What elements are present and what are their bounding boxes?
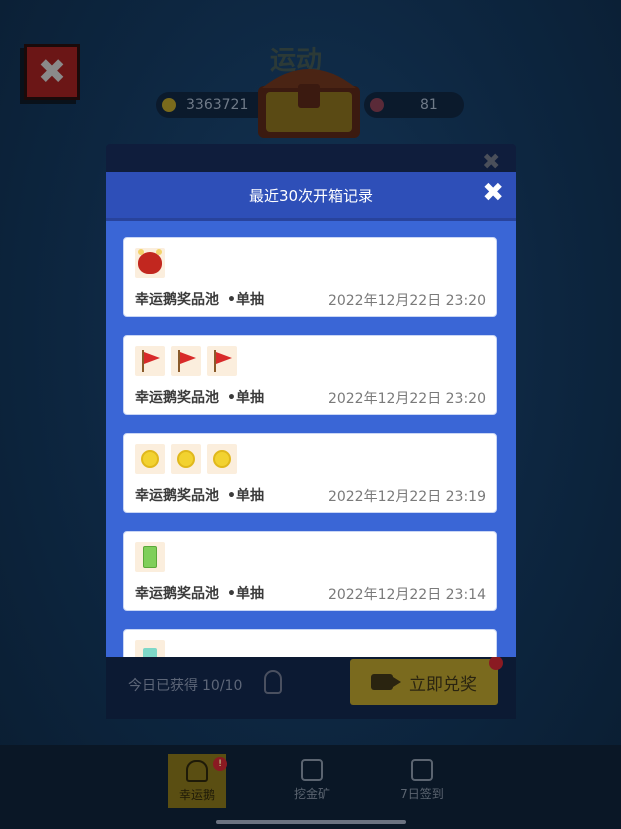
home-indicator[interactable] — [216, 820, 406, 824]
records-modal: 最近30次开箱记录 ✖ 幸运鹅奖品池 •单抽 2022年12月22日 23:20 … — [106, 172, 516, 657]
draw-mode: •单抽 — [227, 488, 264, 504]
record-time: 2022年12月22日 23:14 — [327, 587, 486, 603]
close-icon: ✖ — [37, 52, 67, 92]
coin-value: 3363721 — [186, 97, 249, 113]
gold-coin-icon — [141, 450, 159, 468]
modal-header: 最近30次开箱记录 ✖ — [106, 172, 516, 221]
record-time: 2022年12月22日 23:19 — [327, 489, 486, 505]
record-card: 幸运鹅奖品池 •单抽 2022年12月22日 23:20 — [123, 335, 497, 415]
today-progress: 今日已获得 10/10 — [128, 678, 243, 694]
redeem-button[interactable]: 立即兑奖 — [350, 659, 498, 705]
record-time: 2022年12月22日 23:20 — [327, 391, 486, 407]
record-card: 幸运鹅奖品池 •单抽 2022年12月22日 23:20 — [123, 237, 497, 317]
prize-item — [207, 346, 237, 376]
prize-item — [171, 444, 201, 474]
prize-item — [135, 444, 165, 474]
pool-name: 幸运鹅奖品池 — [135, 488, 219, 504]
red-flag-icon — [176, 350, 196, 372]
pickaxe-icon — [301, 759, 323, 781]
goose-icon — [264, 670, 282, 694]
coin-icon — [162, 98, 176, 112]
draw-mode: •单抽 — [227, 292, 264, 308]
prize-item — [135, 542, 165, 572]
record-card: 幸运鹅奖品池 •单抽 2022年12月22日 23:14 — [123, 531, 497, 611]
notification-badge: ! — [213, 757, 227, 771]
prize-item — [171, 346, 201, 376]
red-flag-icon — [212, 350, 232, 372]
close-button[interactable]: ✖ — [24, 44, 80, 100]
ticket-value: 81 — [420, 97, 438, 113]
record-card — [123, 629, 497, 657]
record-card: 幸运鹅奖品池 •单抽 2022年12月22日 23:19 — [123, 433, 497, 513]
red-flag-icon — [140, 350, 160, 372]
green-ticket-icon — [143, 546, 157, 568]
gold-coin-icon — [213, 450, 231, 468]
nav-daily-checkin[interactable]: 7日签到 — [392, 745, 452, 802]
close-icon[interactable]: ✖ — [482, 180, 504, 206]
draw-mode: •单抽 — [227, 390, 264, 406]
gold-coin-icon — [177, 450, 195, 468]
record-time: 2022年12月22日 23:20 — [327, 293, 486, 309]
pool-name: 幸运鹅奖品池 — [135, 390, 219, 406]
ticket-icon — [370, 98, 384, 112]
notification-badge — [489, 656, 503, 670]
prize-item — [135, 346, 165, 376]
red-ox-icon — [138, 249, 162, 274]
calendar-icon — [411, 759, 433, 781]
treasure-chest-icon — [258, 69, 360, 138]
pool-name: 幸运鹅奖品池 — [135, 292, 219, 308]
nav-gold-mine[interactable]: 挖金矿 — [282, 745, 342, 802]
goose-icon — [186, 760, 208, 782]
pool-name: 幸运鹅奖品池 — [135, 586, 219, 602]
star-icon — [143, 648, 157, 657]
draw-mode: •单抽 — [227, 586, 264, 602]
modal-title: 最近30次开箱记录 — [248, 186, 374, 205]
prize-item — [135, 640, 165, 657]
prize-item — [135, 248, 165, 278]
video-icon — [371, 674, 401, 690]
prize-item — [207, 444, 237, 474]
records-list[interactable]: 幸运鹅奖品池 •单抽 2022年12月22日 23:20 幸运鹅奖品池 •单抽 20… — [123, 237, 499, 657]
ticket-balance: 81 — [364, 92, 464, 118]
